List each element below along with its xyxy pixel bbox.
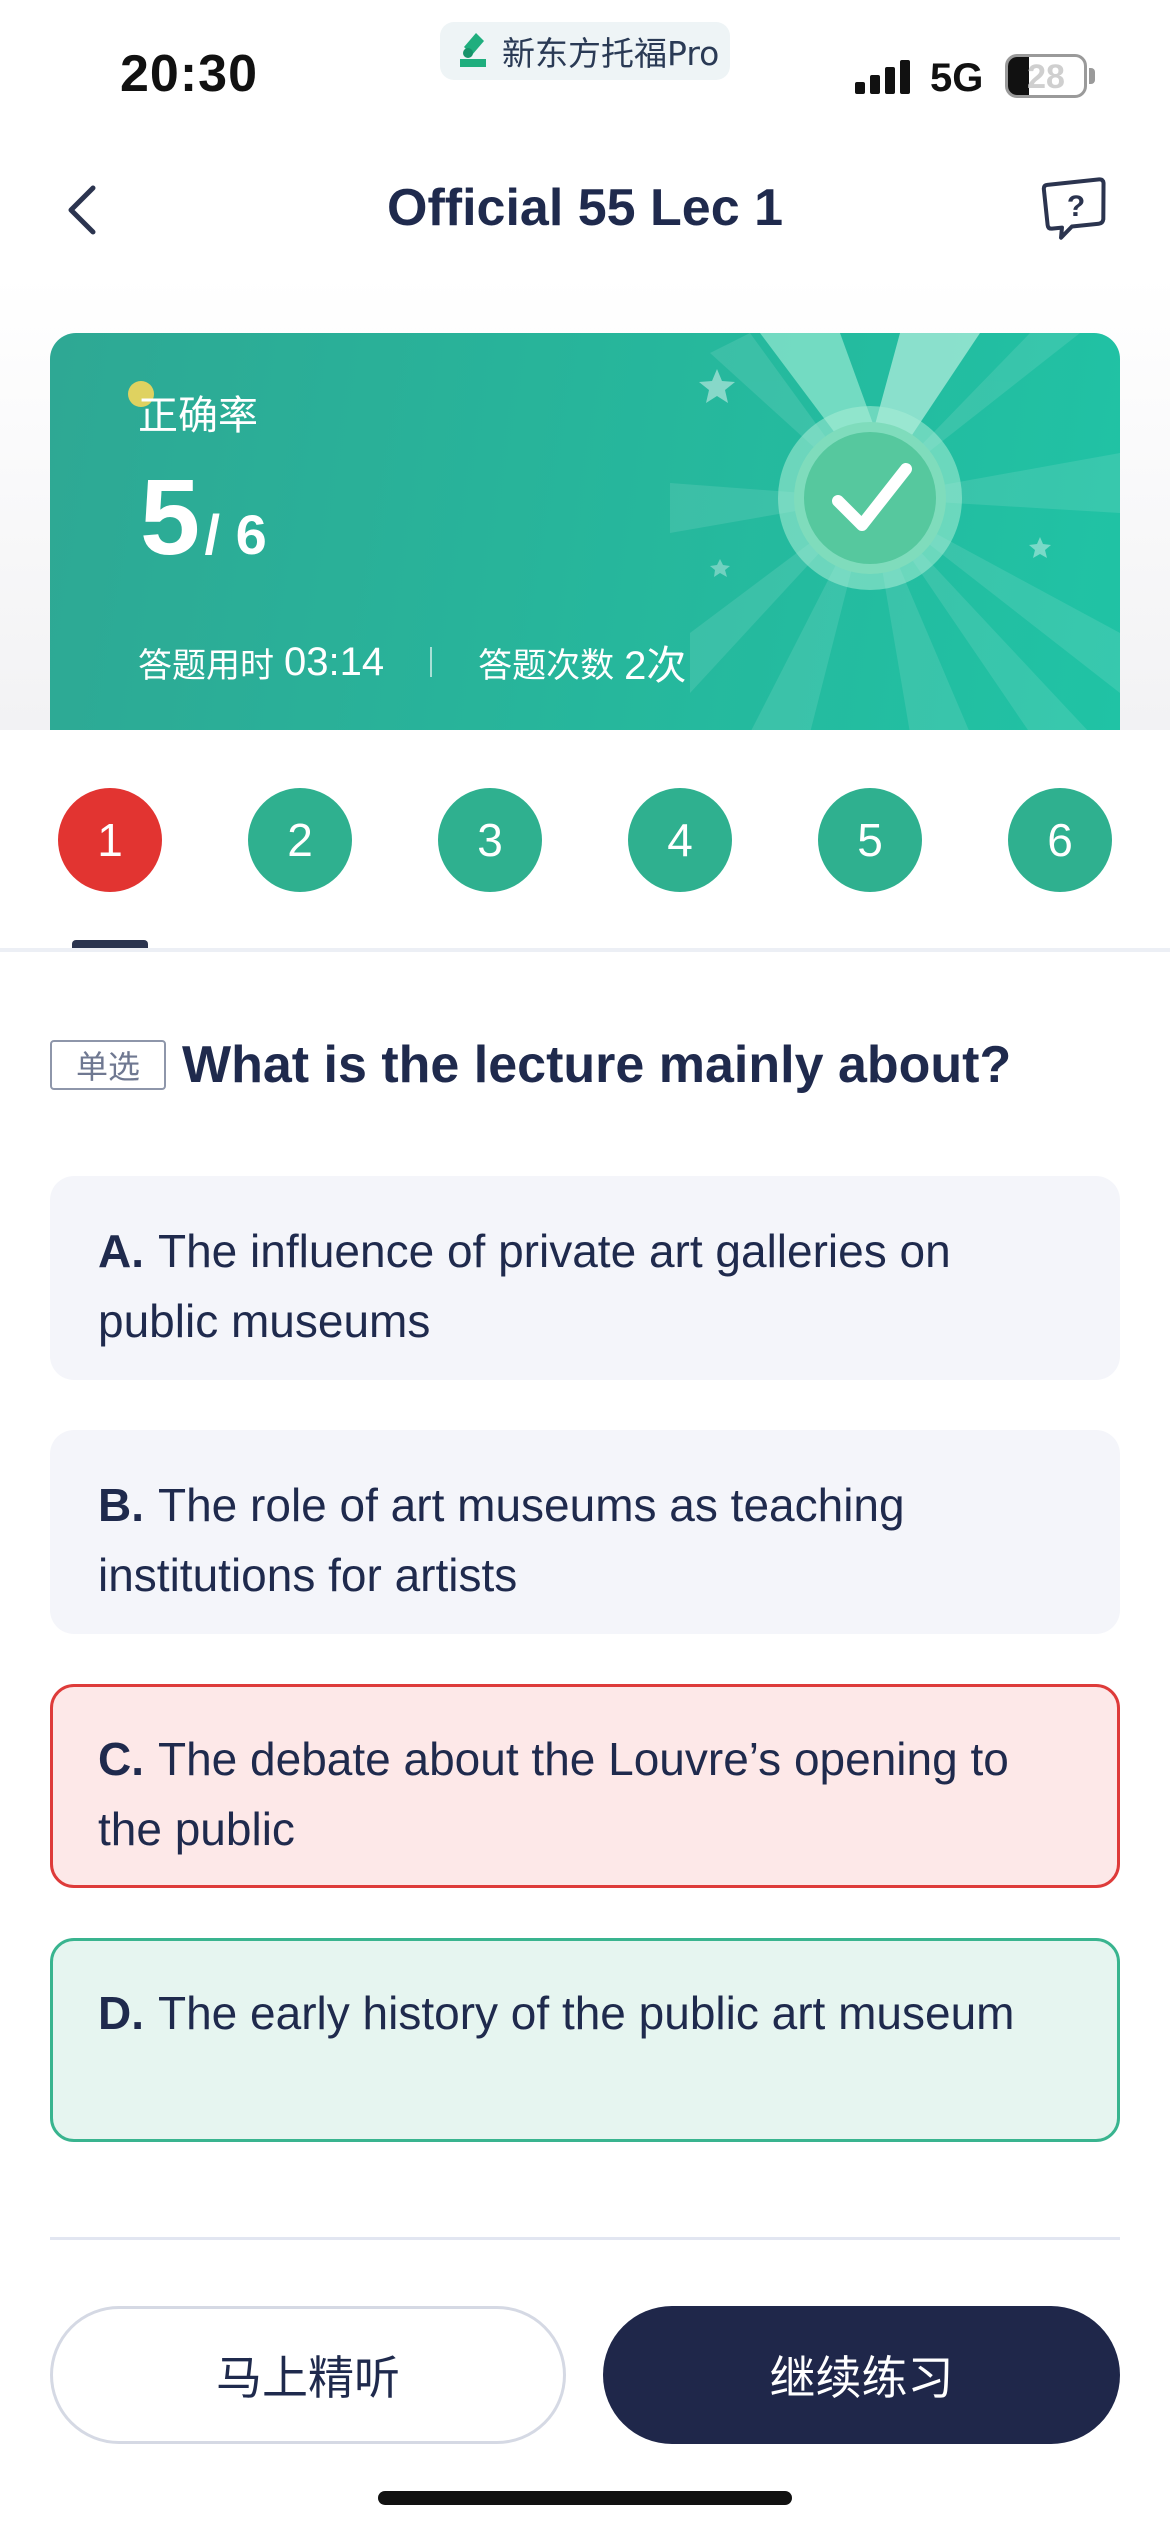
network-type: 5G: [930, 56, 984, 100]
option-letter: D.: [98, 1987, 144, 2039]
time-label: 答题用时: [138, 645, 274, 686]
bottom-divider: [50, 2237, 1120, 2240]
meta-divider: [430, 647, 433, 677]
question-dot-2[interactable]: 2: [248, 788, 352, 892]
question-dot-label: 4: [667, 814, 693, 866]
option-text: The early history of the public art muse…: [158, 1987, 1015, 2039]
battery-percentage: 28: [1027, 58, 1065, 96]
intensive-listening-button[interactable]: 马上精听: [50, 2306, 566, 2444]
question-dot-label: 1: [97, 814, 123, 866]
question-dot-1[interactable]: 1: [58, 788, 162, 892]
option-text: The role of art museums as teaching inst…: [98, 1479, 905, 1601]
question-bubble-icon: ?: [1041, 177, 1106, 240]
page-title: Official 55 Lec 1: [387, 179, 783, 237]
option-letter: B.: [98, 1479, 144, 1531]
question-dot-3[interactable]: 3: [438, 788, 542, 892]
selected-question-indicator: [72, 940, 148, 948]
option-b[interactable]: B. The role of art museums as teaching in…: [50, 1430, 1120, 1634]
question-header: 单选 What is the lecture mainly about?: [50, 1035, 1120, 1095]
question-dot-label: 5: [857, 814, 883, 866]
score-meta: 答题用时 03:14 答题次数 2次: [138, 633, 686, 691]
cellular-signal-icon: [855, 60, 910, 94]
option-a[interactable]: A. The influence of private art galleries…: [50, 1176, 1120, 1380]
section-divider: [0, 948, 1170, 952]
continue-practice-button[interactable]: 继续练习: [603, 2306, 1120, 2444]
attempts-label: 答题次数: [478, 645, 615, 686]
help-button[interactable]: ?: [1040, 176, 1110, 240]
question-navigator: 1 2 3 4 5 6: [0, 730, 1170, 950]
score-correct: 5: [140, 456, 201, 577]
option-text: The influence of private art galleries o…: [98, 1225, 951, 1347]
app-logo-icon: [460, 33, 486, 67]
question-text: What is the lecture mainly about?: [182, 1036, 1012, 1094]
battery-icon: 28: [1005, 54, 1087, 98]
accuracy-label: 正确率: [138, 393, 258, 439]
time-value: 03:14: [284, 639, 385, 684]
navigation-bar: Official 55 Lec 1 ?: [0, 140, 1170, 275]
home-indicator: [378, 2491, 792, 2505]
option-c[interactable]: C. The debate about the Louvre’s opening …: [50, 1684, 1120, 1888]
question-dot-4[interactable]: 4: [628, 788, 732, 892]
battery-tip: [1089, 68, 1095, 84]
question-dot-5[interactable]: 5: [818, 788, 922, 892]
score-section: 正确率 5 / 6 答题用时 03:14 答题次数 2次: [0, 275, 1170, 733]
status-bar: 20:30 新东方托福Pro 5G 28: [0, 0, 1170, 140]
app-indicator-pill[interactable]: 新东方托福Pro: [440, 22, 730, 80]
option-letter: C.: [98, 1733, 144, 1785]
score-total: / 6: [204, 503, 267, 566]
question-dot-6[interactable]: 6: [1008, 788, 1112, 892]
question-dot-label: 2: [287, 814, 313, 866]
score-value: 5 / 6: [140, 463, 267, 571]
app-name: 新东方托福Pro: [502, 34, 720, 73]
svg-text:?: ?: [1067, 190, 1085, 223]
option-text: The debate about the Louvre’s opening to…: [98, 1733, 1009, 1855]
option-letter: A.: [98, 1225, 144, 1277]
attempts-value: 2次: [624, 644, 687, 688]
score-card: 正确率 5 / 6 答题用时 03:14 答题次数 2次: [50, 333, 1120, 733]
question-type-tag: 单选: [50, 1040, 166, 1090]
question-dot-label: 6: [1047, 814, 1073, 866]
status-time: 20:30: [120, 45, 258, 103]
option-d[interactable]: D. The early history of the public art mu…: [50, 1938, 1120, 2142]
question-dot-label: 3: [477, 814, 503, 866]
